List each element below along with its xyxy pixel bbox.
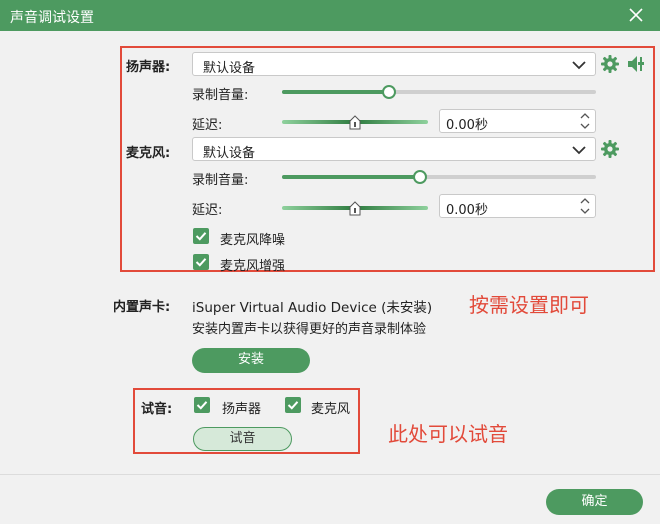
slider-fill bbox=[282, 90, 389, 94]
speaker-delay-value: 0.00秒 bbox=[446, 118, 488, 133]
spin-arrows-icon[interactable] bbox=[579, 111, 591, 131]
fader-knob-icon[interactable] bbox=[349, 115, 361, 130]
speaker-volume-slider[interactable] bbox=[282, 85, 596, 99]
test-sound-button[interactable]: 试音 bbox=[193, 427, 292, 451]
title-bar: 声音调试设置 bbox=[0, 0, 660, 31]
test-speaker-checkbox[interactable] bbox=[194, 397, 210, 413]
test-label: 试音: bbox=[141, 402, 173, 417]
builtin-card-hint: 安装内置声卡以获得更好的声音录制体验 bbox=[192, 322, 427, 337]
checkmark-icon bbox=[195, 232, 207, 241]
spin-arrows-icon[interactable] bbox=[579, 196, 591, 216]
speaker-volume-label: 录制音量: bbox=[192, 88, 249, 103]
slider-fill bbox=[282, 175, 420, 179]
slider-thumb[interactable] bbox=[382, 85, 396, 99]
microphone-settings-gear-icon[interactable] bbox=[600, 139, 620, 163]
builtin-card-label: 内置声卡: bbox=[113, 300, 171, 315]
speaker-device-select[interactable]: 默认设备 bbox=[192, 52, 596, 76]
checkmark-icon bbox=[196, 401, 208, 410]
footer-divider bbox=[0, 474, 660, 475]
chevron-down-icon bbox=[571, 57, 587, 73]
speaker-volume-icon[interactable] bbox=[626, 54, 648, 78]
speaker-delay-slider[interactable] bbox=[282, 114, 428, 130]
speaker-delay-spinbox[interactable]: 0.00秒 bbox=[439, 109, 596, 133]
microphone-device-select[interactable]: 默认设备 bbox=[192, 137, 596, 161]
fader-knob-icon[interactable] bbox=[349, 201, 361, 216]
builtin-card-device-name: iSuper Virtual Audio Device (未安装) bbox=[192, 300, 433, 316]
checkmark-icon bbox=[287, 401, 299, 410]
close-icon[interactable] bbox=[626, 5, 646, 25]
microphone-delay-slider[interactable] bbox=[282, 200, 428, 216]
checkmark-icon bbox=[195, 258, 207, 267]
microphone-device-value: 默认设备 bbox=[203, 146, 256, 161]
test-mic-label: 麦克风 bbox=[311, 402, 351, 417]
speaker-delay-label: 延迟: bbox=[192, 118, 223, 133]
microphone-delay-spinbox[interactable]: 0.00秒 bbox=[439, 194, 596, 218]
test-speaker-label: 扬声器 bbox=[222, 402, 262, 417]
confirm-button[interactable]: 确定 bbox=[546, 489, 643, 515]
microphone-volume-slider[interactable] bbox=[282, 170, 596, 184]
speaker-device-value: 默认设备 bbox=[203, 61, 256, 76]
speaker-settings-gear-icon[interactable] bbox=[600, 54, 620, 78]
install-button[interactable]: 安装 bbox=[192, 348, 310, 373]
noise-reduction-label: 麦克风降噪 bbox=[220, 233, 286, 248]
microphone-label: 麦克风: bbox=[126, 146, 171, 161]
chevron-down-icon bbox=[571, 142, 587, 158]
slider-thumb[interactable] bbox=[413, 170, 427, 184]
settings-annotation: 按需设置即可 bbox=[469, 293, 589, 317]
microphone-delay-label: 延迟: bbox=[192, 203, 223, 218]
mic-enhance-checkbox[interactable] bbox=[193, 254, 209, 270]
mic-enhance-label: 麦克风增强 bbox=[220, 259, 286, 274]
speaker-label: 扬声器: bbox=[126, 60, 171, 75]
microphone-volume-label: 录制音量: bbox=[192, 173, 249, 188]
test-mic-checkbox[interactable] bbox=[285, 397, 301, 413]
window-title: 声音调试设置 bbox=[10, 10, 94, 26]
microphone-delay-value: 0.00秒 bbox=[446, 203, 488, 218]
test-annotation: 此处可以试音 bbox=[388, 422, 508, 446]
noise-reduction-checkbox[interactable] bbox=[193, 228, 209, 244]
